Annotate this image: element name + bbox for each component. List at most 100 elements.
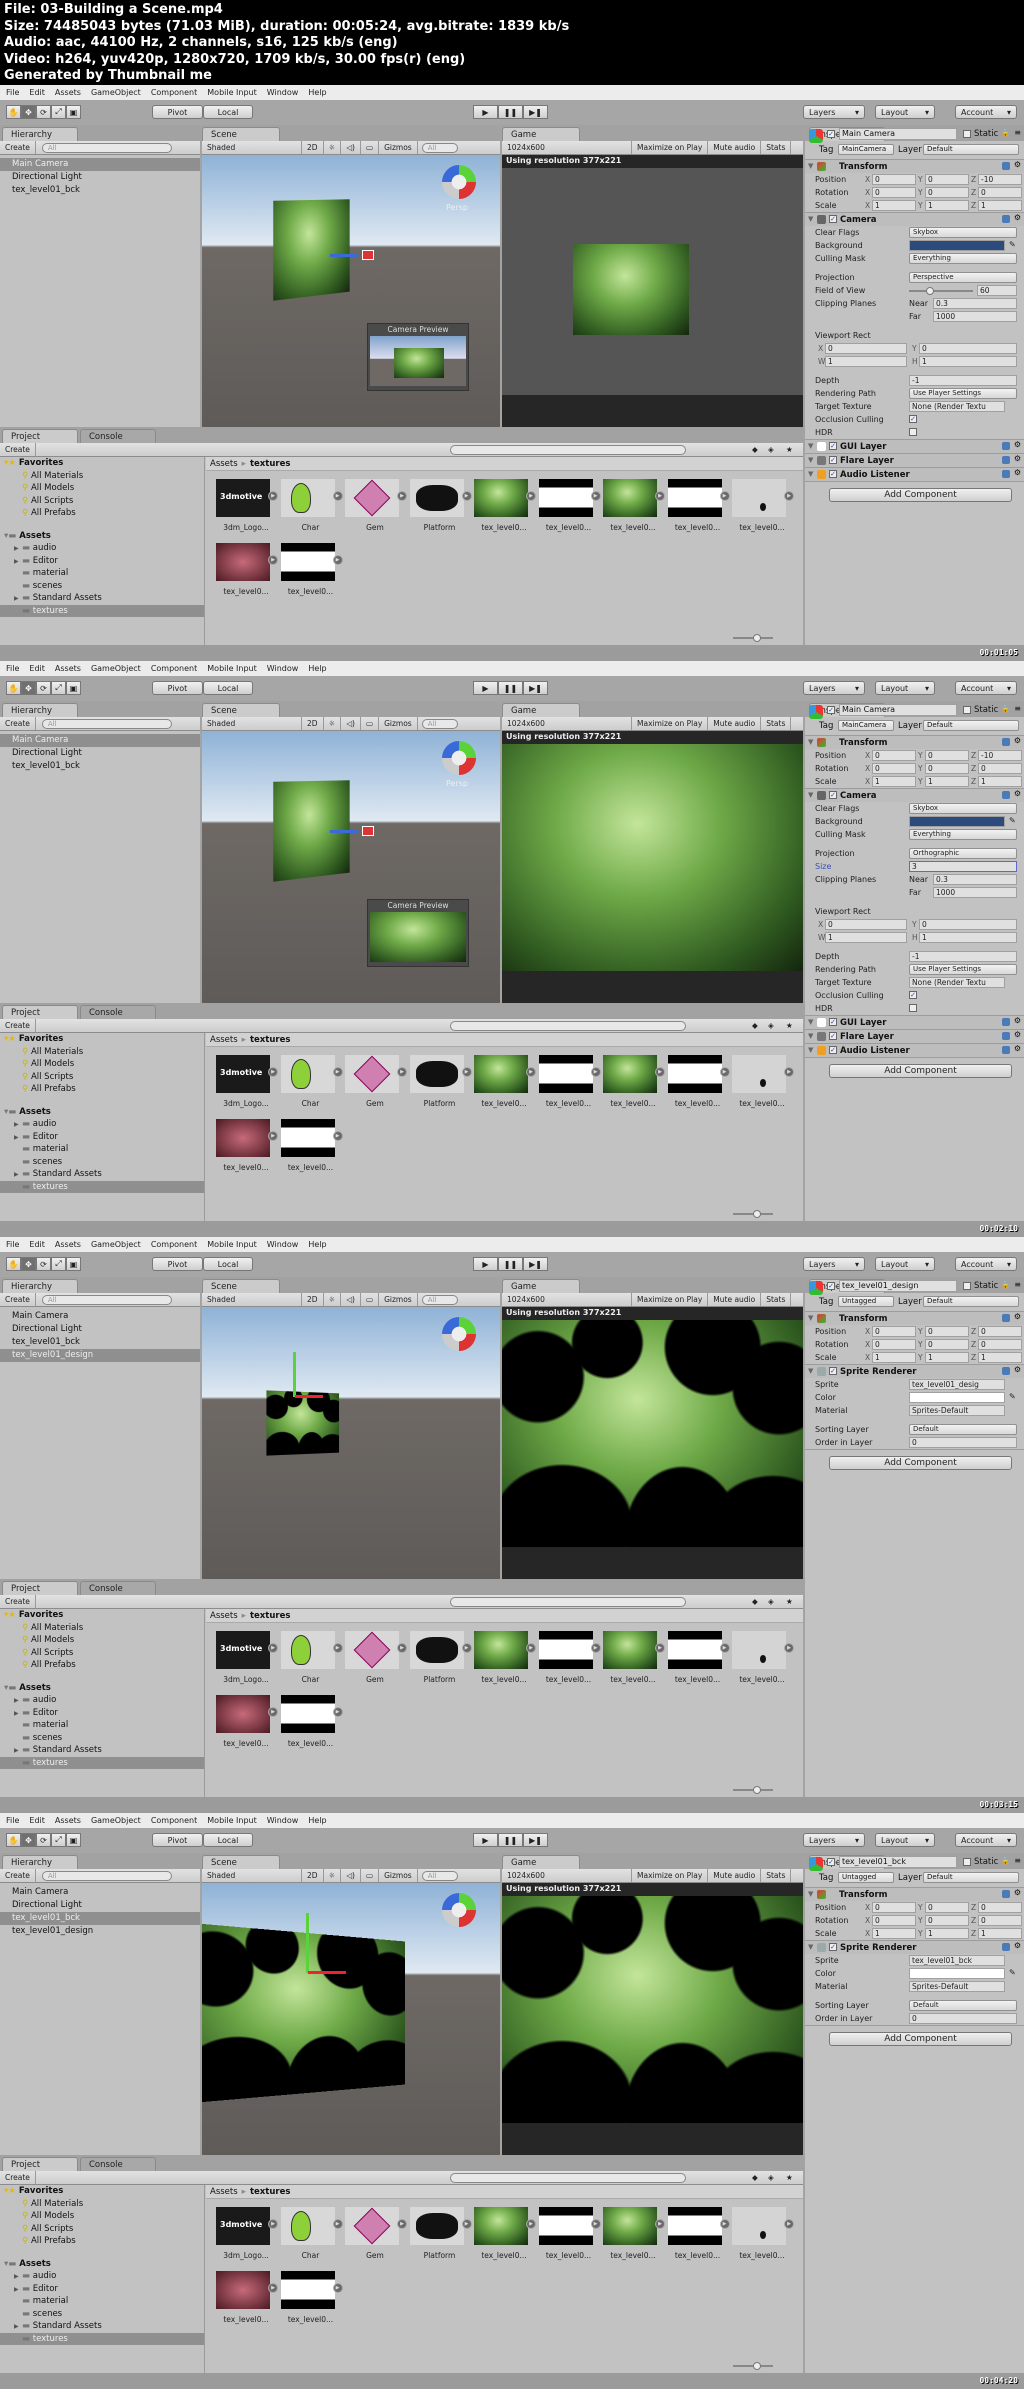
- scene-view[interactable]: Camera Preview Persp: [202, 155, 500, 427]
- asset-item[interactable]: ▶ tex_level0...: [662, 1629, 730, 1699]
- tab-scene[interactable]: Scene: [202, 1279, 280, 1293]
- menu-item-mobile-input[interactable]: Mobile Input: [207, 664, 257, 673]
- gear-icon[interactable]: ⚙: [1014, 454, 1021, 463]
- rotation-x-field[interactable]: 0: [872, 1915, 916, 1926]
- scene-search[interactable]: All: [421, 1294, 458, 1305]
- help-icon[interactable]: [1002, 456, 1010, 464]
- tab-project[interactable]: Project: [2, 1581, 78, 1595]
- favorites-item[interactable]: ⚲ All Scripts: [0, 495, 204, 508]
- audio-icon[interactable]: ◁): [341, 717, 361, 730]
- sprite-field[interactable]: tex_level01_bck: [909, 1955, 1005, 1966]
- layer-dropdown[interactable]: Default: [923, 1296, 1019, 1307]
- clipping-far-field[interactable]: 1000: [933, 887, 1017, 898]
- asset-item[interactable]: ▶ tex_level0...: [275, 1117, 343, 1187]
- lighting-icon[interactable]: ☼: [324, 717, 342, 730]
- gear-icon[interactable]: ⚙: [1014, 1312, 1021, 1321]
- help-icon[interactable]: [1002, 1890, 1010, 1898]
- asset-item[interactable]: ▶ tex_level0...: [726, 477, 794, 547]
- size-field[interactable]: 3: [909, 861, 1017, 872]
- asset-play-icon[interactable]: ▶: [784, 2219, 794, 2229]
- field-of-view-slider[interactable]: [909, 287, 973, 295]
- create-dropdown[interactable]: Create: [0, 1293, 36, 1306]
- hierarchy-item[interactable]: tex_level01_bck: [0, 184, 200, 197]
- assets-folder[interactable]: ▶ ▬ Standard Assets: [0, 1744, 204, 1757]
- tab-hierarchy[interactable]: Hierarchy: [2, 1279, 78, 1293]
- favorites-header[interactable]: ▾★ Favorites: [0, 1033, 204, 1046]
- filter-type-icon[interactable]: ◆: [752, 1597, 758, 1606]
- color-color-field[interactable]: [909, 1968, 1005, 1979]
- component-header-transform[interactable]: ▼ Transform ⚙: [805, 1311, 1024, 1325]
- asset-item[interactable]: ▶ Platform: [404, 1053, 472, 1123]
- shaded-dropdown[interactable]: Shaded: [202, 1293, 302, 1306]
- breadcrumb-assets[interactable]: Assets: [210, 1611, 238, 1621]
- asset-item[interactable]: ▶ Char: [275, 477, 343, 547]
- menu-item-help[interactable]: Help: [308, 1816, 326, 1825]
- hierarchy-search[interactable]: All: [41, 142, 172, 153]
- audio-icon[interactable]: ◁): [341, 1869, 361, 1882]
- favorites-item[interactable]: ⚲ All Models: [0, 2210, 204, 2223]
- rotation-z-field[interactable]: 0: [978, 1339, 1022, 1350]
- assets-folder[interactable]: ▶ ▬ audio: [0, 2270, 204, 2283]
- eyedropper-icon[interactable]: ✎: [1009, 1968, 1016, 1977]
- breadcrumb-textures[interactable]: textures: [250, 459, 290, 469]
- mute-audio-toggle[interactable]: Mute audio: [708, 1293, 762, 1306]
- asset-play-icon[interactable]: ▶: [332, 1707, 343, 1717]
- menu-item-window[interactable]: Window: [267, 1240, 299, 1249]
- tag-dropdown[interactable]: MainCamera: [838, 720, 894, 731]
- stats-toggle[interactable]: Stats: [761, 717, 792, 730]
- hdr-checkbox[interactable]: [909, 1004, 917, 1012]
- viewport-h-field[interactable]: 1: [919, 932, 1017, 943]
- filter-label-icon[interactable]: ◈: [768, 1597, 774, 1606]
- foldout-icon[interactable]: ▼: [808, 215, 813, 223]
- viewport-w-field[interactable]: 1: [825, 932, 907, 943]
- effects-icon[interactable]: ▭: [361, 717, 380, 730]
- layer-dropdown[interactable]: Default: [923, 144, 1019, 155]
- favorites-header[interactable]: ▾★ Favorites: [0, 457, 204, 470]
- target-texture-field[interactable]: None (Render Textu: [909, 977, 1005, 988]
- pivot-button[interactable]: Pivot: [152, 105, 203, 119]
- pivot-button[interactable]: Pivot: [152, 1833, 203, 1847]
- component-enabled-checkbox[interactable]: ✓: [829, 1032, 837, 1040]
- breadcrumb-assets[interactable]: Assets: [210, 459, 238, 469]
- asset-item[interactable]: ▶ tex_level0...: [210, 1117, 278, 1187]
- hierarchy-item[interactable]: Main Camera: [0, 158, 200, 171]
- assets-folder[interactable]: ▶ ▬ audio: [0, 542, 204, 555]
- component-header-flare-layer[interactable]: ▼ ✓ Flare Layer ⚙: [805, 1029, 1024, 1043]
- tag-dropdown[interactable]: MainCamera: [838, 144, 894, 155]
- asset-item[interactable]: ▶ tex_level0...: [275, 2269, 343, 2339]
- eyedropper-icon[interactable]: ✎: [1009, 1392, 1016, 1401]
- stats-toggle[interactable]: Stats: [761, 1869, 792, 1882]
- order-in-layer-field[interactable]: 0: [909, 1437, 1017, 1448]
- menu-item-assets[interactable]: Assets: [55, 664, 81, 673]
- asset-item[interactable]: ▶ tex_level0...: [726, 2205, 794, 2275]
- asset-item[interactable]: ▶ tex_level0...: [597, 477, 665, 547]
- shaded-dropdown[interactable]: Shaded: [202, 141, 302, 154]
- gear-icon[interactable]: ⚙: [1014, 213, 1021, 222]
- help-icon[interactable]: [1002, 215, 1010, 223]
- scale-tool-button[interactable]: ⤢: [51, 105, 66, 119]
- hierarchy-item[interactable]: Directional Light: [0, 1899, 200, 1912]
- position-z-field[interactable]: 0: [978, 1326, 1022, 1337]
- asset-item[interactable]: 3dmotive ▶ 3dm_Logo...: [210, 1629, 278, 1699]
- clipping-near-field[interactable]: 0.3: [933, 874, 1017, 885]
- projection-dropdown[interactable]: Orthographic: [909, 848, 1017, 859]
- gear-icon[interactable]: ⚙: [1014, 440, 1021, 449]
- thumbnail-size-slider[interactable]: [733, 2362, 773, 2370]
- asset-item[interactable]: ▶ tex_level0...: [662, 2205, 730, 2275]
- object-name-field[interactable]: tex_level01_design: [839, 1280, 957, 1292]
- layout-dropdown[interactable]: Layout ▾: [875, 1833, 935, 1847]
- assets-folder[interactable]: ▬ material: [0, 2295, 204, 2308]
- asset-item[interactable]: ▶ tex_level0...: [726, 1629, 794, 1699]
- breadcrumb-assets[interactable]: Assets: [210, 2187, 238, 2197]
- menu-item-edit[interactable]: Edit: [29, 88, 45, 97]
- menu-item-window[interactable]: Window: [267, 1816, 299, 1825]
- hierarchy-item[interactable]: Directional Light: [0, 747, 200, 760]
- component-enabled-checkbox[interactable]: ✓: [829, 791, 837, 799]
- gear-icon[interactable]: ⚙: [1014, 468, 1021, 477]
- asset-item[interactable]: ▶ tex_level0...: [597, 2205, 665, 2275]
- tab-project[interactable]: Project: [2, 429, 78, 443]
- menu-item-file[interactable]: File: [6, 88, 19, 97]
- create-dropdown[interactable]: Create: [0, 2171, 36, 2184]
- scale-x-field[interactable]: 1: [872, 1928, 916, 1939]
- assets-folder[interactable]: ▬ material: [0, 1719, 204, 1732]
